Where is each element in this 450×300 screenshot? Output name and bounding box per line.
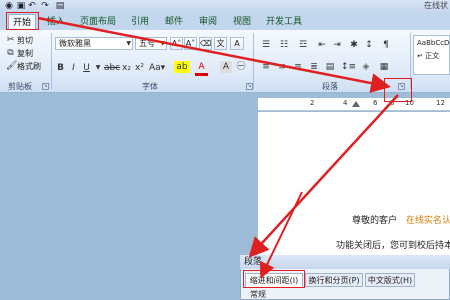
annotation-arrows — [37, 16, 399, 279]
arrow-to-launcher — [37, 16, 391, 93]
arrow-to-tab — [260, 191, 303, 279]
arrow-to-dialog — [248, 94, 399, 258]
